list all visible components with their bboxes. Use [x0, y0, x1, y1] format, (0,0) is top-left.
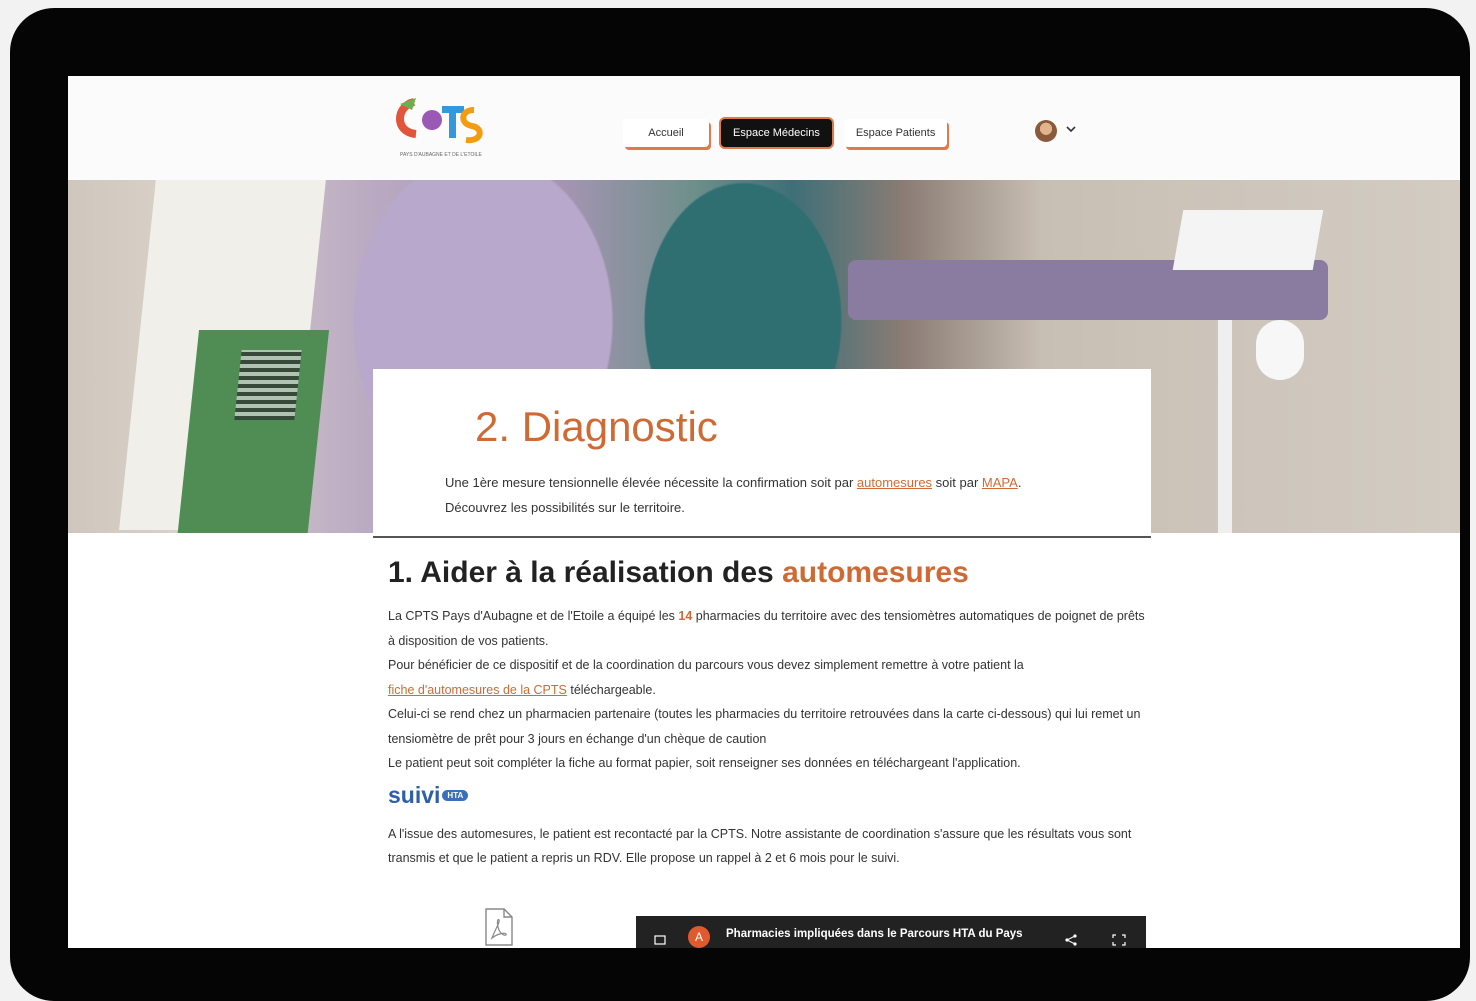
channel-avatar[interactable]: A	[688, 926, 710, 948]
intro-text-mid: soit par	[932, 475, 982, 490]
page-title: 2. Diagnostic	[475, 403, 718, 450]
playlist-icon[interactable]	[654, 934, 668, 946]
p2: Pour bénéficier de ce dispositif et de l…	[388, 658, 1024, 672]
qr-code-image	[234, 350, 302, 420]
nav-espace-medecins[interactable]: Espace Médecins	[721, 119, 832, 147]
mapa-link[interactable]: MAPA	[982, 475, 1018, 490]
hta-badge: HTA	[442, 790, 469, 801]
paper-roll	[1256, 320, 1304, 380]
main-content: 1. Aider à la réalisation des automesure…	[388, 556, 1148, 871]
diagnostic-intro: Une 1ère mesure tensionnelle élevée néce…	[445, 470, 1145, 520]
browser-screen: PAYS D'AUBAGNE ET DE L'ETOILE Accueil Es…	[68, 76, 1460, 948]
main-nav: Accueil Espace Médecins Espace Patients	[623, 119, 948, 147]
chevron-down-icon[interactable]	[1066, 124, 1076, 134]
p4: Le patient peut soit compléter la fiche …	[388, 756, 1021, 770]
nav-espace-patients[interactable]: Espace Patients	[843, 119, 948, 147]
embedded-video[interactable]: A Pharmacies impliquées dans le Parcours…	[636, 916, 1146, 948]
nav-accueil[interactable]: Accueil	[623, 119, 709, 147]
p1-before: La CPTS Pays d'Aubagne et de l'Etoile a …	[388, 609, 679, 623]
automesures-link[interactable]: automesures	[857, 475, 932, 490]
share-icon[interactable]	[1064, 934, 1078, 946]
site-header: PAYS D'AUBAGNE ET DE L'ETOILE Accueil Es…	[68, 76, 1460, 181]
section-title: 1. Aider à la réalisation des automesure…	[388, 556, 1148, 590]
section-title-prefix: 1. Aider à la réalisation des	[388, 556, 783, 589]
fullscreen-icon[interactable]	[1112, 934, 1126, 946]
diagnostic-card: 2. Diagnostic Une 1ère mesure tensionnel…	[373, 369, 1151, 538]
intro-text: Une 1ère mesure tensionnelle élevée néce…	[445, 475, 857, 490]
logo-tagline: PAYS D'AUBAGNE ET DE L'ETOILE	[400, 152, 483, 158]
video-title[interactable]: Pharmacies impliquées dans le Parcours H…	[726, 928, 1023, 940]
exam-table-leg	[1218, 320, 1232, 533]
cpts-logo[interactable]: PAYS D'AUBAGNE ET DE L'ETOILE	[386, 94, 496, 164]
pdf-file-icon[interactable]	[484, 908, 514, 946]
intro-text-end: .	[1017, 475, 1022, 490]
intro-line2: Découvrez les possibilités sur le territ…	[445, 500, 685, 515]
fiche-automesures-link[interactable]: fiche d'automesures de la CPTS	[388, 683, 567, 697]
suivi-hta-logo[interactable]: suivi HTA	[388, 780, 1148, 812]
suivi-word: suivi	[388, 782, 441, 808]
p2-after: téléchargeable.	[566, 682, 656, 697]
section-title-accent: automesures	[782, 556, 969, 589]
laptop-frame: PAYS D'AUBAGNE ET DE L'ETOILE Accueil Es…	[10, 8, 1470, 1001]
pharmacy-count: 14	[678, 609, 693, 623]
section-body: La CPTS Pays d'Aubagne et de l'Etoile a …	[388, 604, 1148, 776]
avatar[interactable]	[1035, 120, 1057, 142]
p3: Celui-ci se rend chez un pharmacien part…	[388, 707, 1141, 746]
exam-table-paper	[1172, 210, 1324, 270]
p5: A l'issue des automesures, le patient es…	[388, 826, 1132, 866]
